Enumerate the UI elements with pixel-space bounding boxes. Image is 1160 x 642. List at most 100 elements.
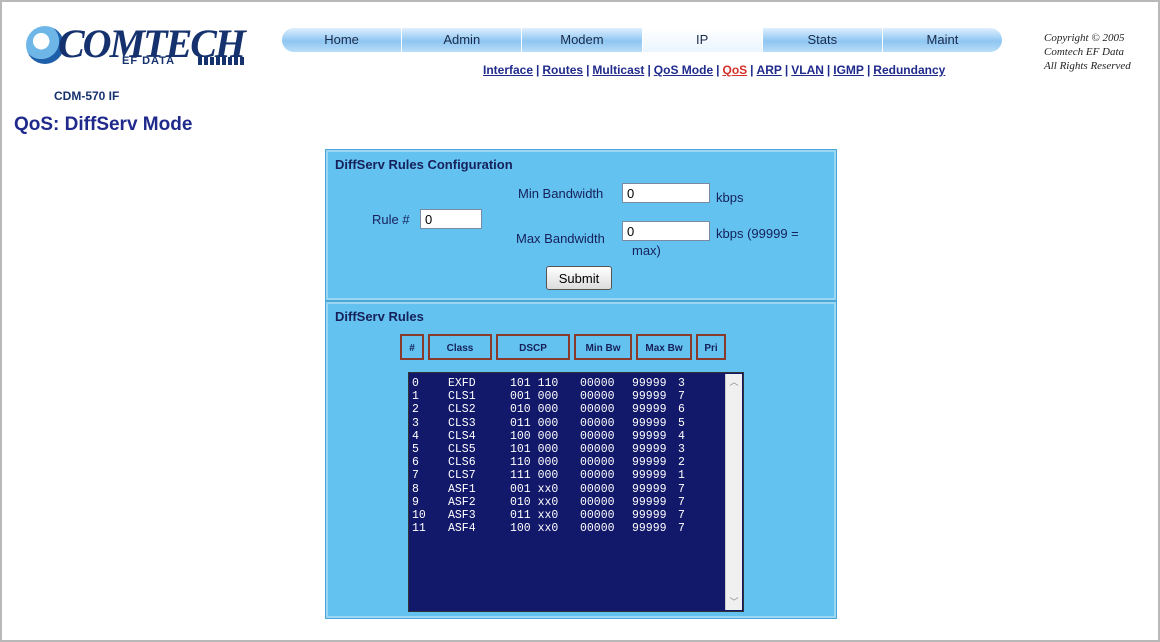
scroll-up-icon[interactable]: ︿ [726,374,742,390]
rule-cell: 99999 [632,429,667,443]
rule-cell: 4 [412,429,419,443]
rule-cell: 99999 [632,443,667,457]
subnav-link-redundancy[interactable]: Redundancy [873,63,945,77]
rule-cell: 111 000 [510,469,559,483]
subnav-link-interface[interactable]: Interface [483,63,533,77]
subnav-link-igmp[interactable]: IGMP [833,63,864,77]
rule-cell: 00000 [580,522,615,536]
submit-button[interactable]: Submit [546,266,612,290]
column-header: DSCP [496,334,570,360]
rule-cell: 6 [678,403,685,417]
list-item[interactable]: 11 ASF4 100 xx0 00000 99999 7 [412,522,698,535]
subnav-link-qos-mode[interactable]: QoS Mode [654,63,713,77]
rule-cell: 101 110 [510,377,559,390]
rule-cell: ASF2 [448,495,476,509]
rule-cell: CLS1 [448,390,476,404]
rule-cell: 110 000 [510,456,559,470]
rule-cell: 00000 [580,443,615,457]
config-panel-title: DiffServ Rules Configuration [335,157,513,172]
max-bandwidth-unit: kbps (99999 = [716,226,799,241]
rule-cell: ASF3 [448,509,476,523]
subnav-separator: | [716,63,720,77]
list-item[interactable]: 1 CLS1 001 000 00000 99999 7 [412,390,698,403]
list-item[interactable]: 6 CLS6 110 000 00000 99999 2 [412,456,698,469]
rule-cell: 99999 [632,482,667,496]
subnav-separator: | [536,63,540,77]
rule-cell: 011 xx0 [510,509,559,523]
list-item[interactable]: 7 CLS7 111 000 00000 99999 1 [412,469,698,482]
rules-listbox[interactable]: 0 EXFD 101 110 00000 99999 3 1 CLS1 001 000 00000… [408,372,744,612]
rules-list-panel: DiffServ Rules # Class DSCP Min Bw Max Bw Pri… [326,302,836,618]
rule-number-input[interactable] [420,209,482,229]
rule-cell: 011 000 [510,416,559,430]
tab-admin[interactable]: Admin [402,28,523,52]
list-item[interactable]: 3 CLS3 011 000 00000 99999 5 [412,417,698,430]
rule-cell: 010 xx0 [510,495,559,509]
rules-panel-title: DiffServ Rules [335,309,424,324]
rules-config-panel: DiffServ Rules Configuration Rule # Min … [326,150,836,300]
subnav-separator: | [826,63,831,77]
subnav-separator: | [586,63,590,77]
logo-bars-icon [198,57,244,65]
rules-rows: 0 EXFD 101 110 00000 99999 3 1 CLS1 001 000 00000… [412,377,698,535]
rule-cell: 00000 [580,482,615,496]
list-item[interactable]: 0 EXFD 101 110 00000 99999 3 [412,377,698,390]
subnav-link-arp[interactable]: ARP [757,63,782,77]
rule-cell: 00000 [580,495,615,509]
column-header: Pri [696,334,726,360]
rule-cell: 1 [678,469,685,483]
rule-cell: 11 [412,522,426,536]
rule-cell: 3 [678,443,685,457]
list-item[interactable]: 5 CLS5 101 000 00000 99999 3 [412,443,698,456]
listbox-scrollbar[interactable]: ︿ ﹀ [725,374,742,610]
rule-cell: 100 000 [510,429,559,443]
list-item[interactable]: 4 CLS4 100 000 00000 99999 4 [412,430,698,443]
rule-cell: 99999 [632,522,667,536]
rule-cell: ASF1 [448,482,476,496]
rule-cell: 7 [678,495,685,509]
rule-cell: 99999 [632,377,667,390]
rule-cell: 7 [678,509,685,523]
rule-cell: 99999 [632,469,667,483]
list-item[interactable]: 8 ASF1 001 xx0 00000 99999 7 [412,483,698,496]
tab-maint[interactable]: Maint [882,28,1003,52]
max-bandwidth-input[interactable] [622,221,710,241]
list-item[interactable]: 9 ASF2 010 xx0 00000 99999 7 [412,496,698,509]
column-header: # [400,334,424,360]
tab-stats[interactable]: Stats [762,28,883,52]
rule-cell: 001 xx0 [510,482,559,496]
subnav-link-multicast[interactable]: Multicast [592,63,644,77]
min-bandwidth-unit: kbps [716,190,744,205]
rule-number-label: Rule # [372,212,410,227]
subnav-link-qos[interactable]: QoS [723,63,748,77]
rule-cell: 99999 [632,403,667,417]
rule-cell: 10 [412,509,426,523]
list-item[interactable]: 2 CLS2 010 000 00000 99999 6 [412,403,698,416]
tab-home[interactable]: Home [282,28,403,52]
min-bandwidth-label: Min Bandwidth [518,186,604,201]
rule-cell: 5 [678,416,685,430]
rule-cell: 7 [412,469,419,483]
list-item[interactable]: 10 ASF3 011 xx0 00000 99999 7 [412,509,698,522]
tab-ip[interactable]: IP [642,28,763,52]
model-label: CDM-570 IF [54,89,120,103]
column-header: Min Bw [574,334,632,360]
rule-cell: CLS3 [448,416,476,430]
rule-cell: 8 [412,482,419,496]
rule-cell: 99999 [632,509,667,523]
browser-frame: COMTECH EF DATA CDM-570 IF Home Admin Mode… [0,0,1160,642]
min-bandwidth-input[interactable] [622,183,710,203]
rule-cell: 00000 [580,416,615,430]
logo-subtitle: EF DATA [122,55,176,67]
main-tabs: Home Admin Modem IP Stats Maint [282,28,1003,52]
rule-cell: 99999 [632,390,667,404]
page-title: QoS: DiffServ Mode [14,114,193,135]
rule-cell: CLS6 [448,456,476,470]
column-header: Class [428,334,492,360]
subnav-link-vlan[interactable]: VLAN [791,63,824,77]
rule-cell: 99999 [632,456,667,470]
tab-modem[interactable]: Modem [522,28,643,52]
scroll-down-icon[interactable]: ﹀ [726,594,742,610]
subnav-link-routes[interactable]: Routes [542,63,583,77]
rule-cell: 00000 [580,390,615,404]
